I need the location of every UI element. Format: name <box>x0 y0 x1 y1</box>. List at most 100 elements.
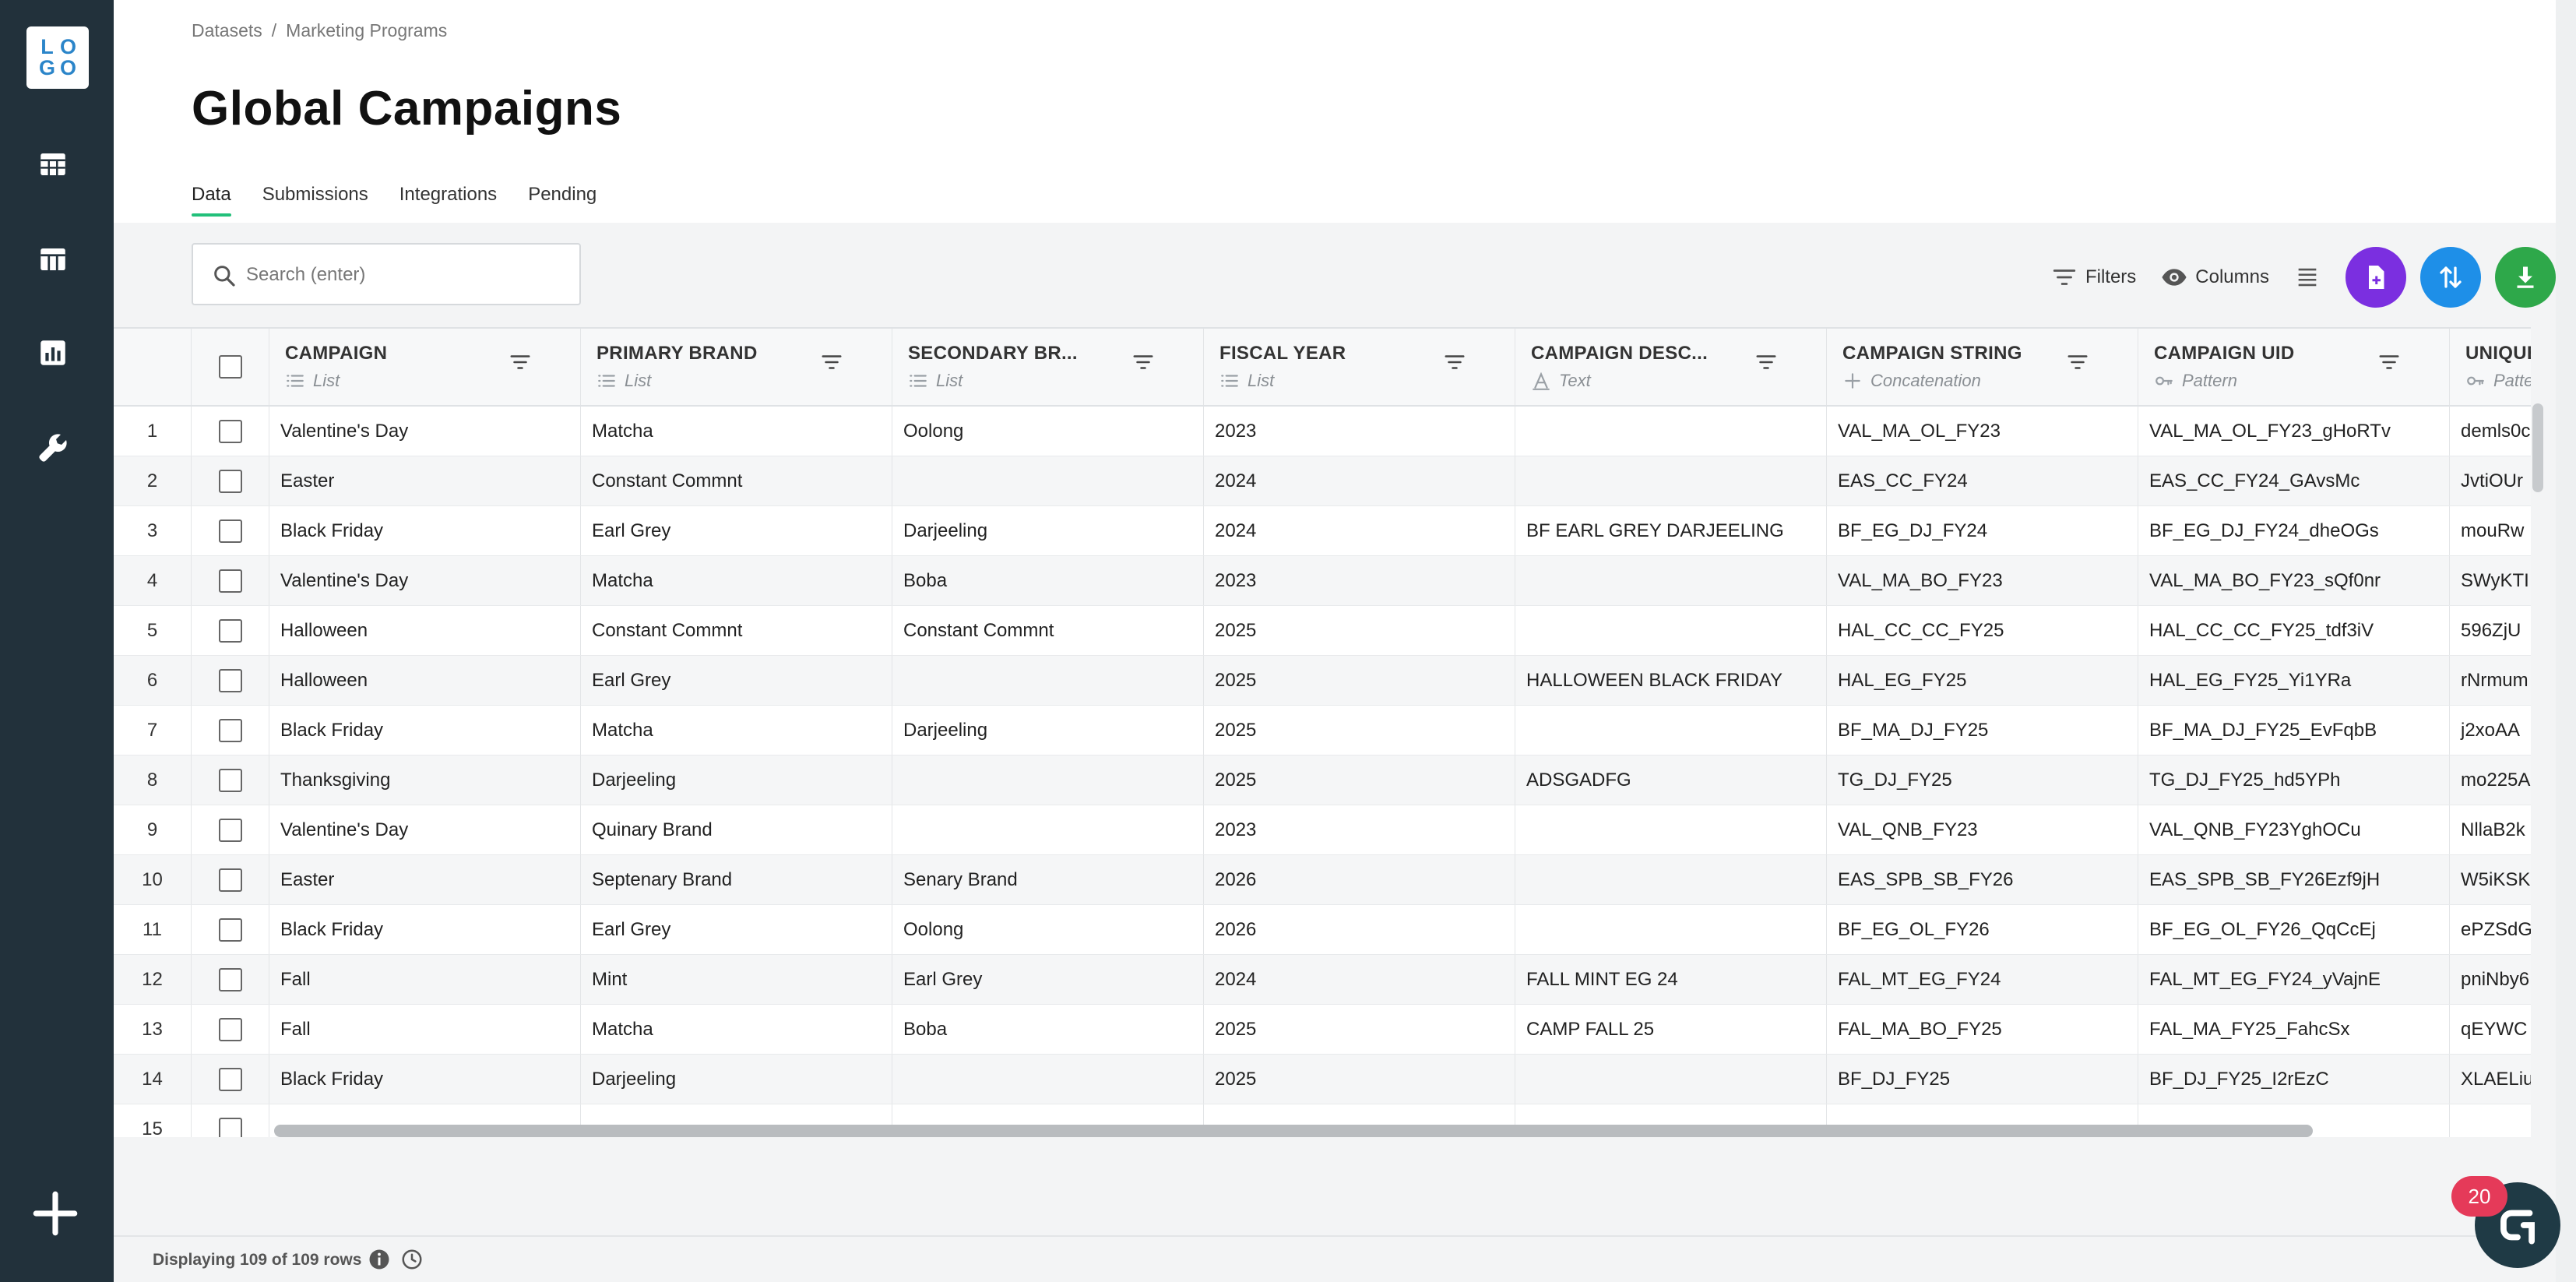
column-header[interactable]: PRIMARY BRAND List <box>581 329 892 405</box>
table-cell[interactable]: Constant Commnt <box>581 606 892 655</box>
table-cell[interactable] <box>1515 905 1827 954</box>
history-clock-icon[interactable] <box>400 1248 424 1271</box>
table-cell[interactable]: Quinary Brand <box>581 805 892 854</box>
table-row[interactable]: 13 Fall Matcha Boba 2025 CAMP FALL 25 FAL_MA_B… <box>114 1005 2531 1055</box>
table-cell[interactable]: VAL_MA_BO_FY23 <box>1827 556 2138 605</box>
table-cell[interactable]: ePZSdG <box>2450 905 2531 954</box>
add-plus-icon[interactable] <box>30 1188 81 1239</box>
table-cell[interactable]: Oolong <box>892 407 1204 456</box>
row-checkbox[interactable] <box>218 1067 242 1091</box>
table-cell[interactable] <box>892 656 1204 705</box>
table-cell[interactable]: CAMP FALL 25 <box>1515 1005 1827 1054</box>
table-row[interactable]: 12 Fall Mint Earl Grey 2024 FALL MINT EG 24 FA… <box>114 955 2531 1005</box>
table-cell[interactable]: Halloween <box>269 656 581 705</box>
table-cell[interactable]: VAL_MA_OL_FY23 <box>1827 407 2138 456</box>
row-checkbox[interactable] <box>218 818 242 842</box>
table-row[interactable]: 7 Black Friday Matcha Darjeeling 2025 BF_MA_D… <box>114 706 2531 755</box>
table-row[interactable]: 1 Valentine's Day Matcha Oolong 2023 VAL_MA_O… <box>114 407 2531 456</box>
tab-integrations[interactable]: Integrations <box>399 184 497 217</box>
table-row[interactable]: 14 Black Friday Darjeeling 2025 BF_DJ_FY25 BF… <box>114 1055 2531 1104</box>
breadcrumb-datasets[interactable]: Datasets <box>192 20 262 41</box>
row-checkbox[interactable] <box>218 1117 242 1137</box>
table-cell[interactable]: 2026 <box>1204 905 1515 954</box>
column-filter-icon[interactable] <box>2066 350 2089 374</box>
table-cell[interactable] <box>1515 456 1827 505</box>
table-cell[interactable] <box>892 1055 1204 1104</box>
table-row[interactable]: 6 Halloween Earl Grey 2025 HALLOWEEN BLACK F… <box>114 656 2531 706</box>
table-cell[interactable]: Valentine's Day <box>269 407 581 456</box>
row-checkbox[interactable] <box>218 1017 242 1041</box>
column-header[interactable]: CAMPAIGN DESC... Text <box>1515 329 1827 405</box>
row-checkbox[interactable] <box>218 768 242 792</box>
table-cell[interactable]: Boba <box>892 556 1204 605</box>
app-logo[interactable]: L O G O <box>26 26 89 89</box>
table-cell[interactable]: Mint <box>581 955 892 1004</box>
table-cell[interactable] <box>1515 855 1827 904</box>
table-cell[interactable] <box>1515 556 1827 605</box>
column-header[interactable]: UNIQUE ID Pattern <box>2450 329 2531 405</box>
table-row[interactable]: 9 Valentine's Day Quinary Brand 2023 VAL_QNB… <box>114 805 2531 855</box>
row-checkbox[interactable] <box>218 469 242 493</box>
table-cell[interactable]: FAL_MA_FY25_FahcSx <box>2138 1005 2450 1054</box>
table-cell[interactable]: Earl Grey <box>581 905 892 954</box>
table-row[interactable]: 11 Black Friday Earl Grey Oolong 2026 BF_EG_O… <box>114 905 2531 955</box>
table-cell[interactable] <box>1515 706 1827 755</box>
table-row[interactable]: 10 Easter Septenary Brand Senary Brand 2026 E… <box>114 855 2531 905</box>
row-checkbox[interactable] <box>218 618 242 643</box>
table-cell[interactable]: 2023 <box>1204 407 1515 456</box>
table-cell[interactable]: Darjeeling <box>581 1055 892 1104</box>
row-checkbox[interactable] <box>218 868 242 892</box>
table-cell[interactable]: HAL_EG_FY25_Yi1YRa <box>2138 656 2450 705</box>
sort-button[interactable] <box>2420 247 2481 308</box>
table-cell[interactable]: BF_EG_OL_FY26_QqCcEj <box>2138 905 2450 954</box>
table-cell[interactable]: 2024 <box>1204 955 1515 1004</box>
table-cell[interactable]: FAL_MT_EG_FY24_yVajnE <box>2138 955 2450 1004</box>
tab-submissions[interactable]: Submissions <box>262 184 368 217</box>
table-cell[interactable]: 2024 <box>1204 456 1515 505</box>
table-cell[interactable]: Matcha <box>581 1005 892 1054</box>
table-cell[interactable]: 2023 <box>1204 805 1515 854</box>
table-cell[interactable]: VAL_QNB_FY23YghOCu <box>2138 805 2450 854</box>
table-cell[interactable]: JvtiOUr <box>2450 456 2531 505</box>
table-cell[interactable]: Darjeeling <box>581 755 892 805</box>
table-cell[interactable]: rNrmum <box>2450 656 2531 705</box>
column-filter-icon[interactable] <box>820 350 843 374</box>
table-cell[interactable]: 2026 <box>1204 855 1515 904</box>
table-cell[interactable]: HALLOWEEN BLACK FRIDAY <box>1515 656 1827 705</box>
table-cell[interactable]: Fall <box>269 955 581 1004</box>
column-header[interactable]: CAMPAIGN List <box>269 329 581 405</box>
column-header[interactable]: CAMPAIGN STRING Concatenation <box>1827 329 2138 405</box>
table-row[interactable]: 8 Thanksgiving Darjeeling 2025 ADSGADFG TG_DJ… <box>114 755 2531 805</box>
table-cell[interactable]: Halloween <box>269 606 581 655</box>
table-cell[interactable]: mouRw <box>2450 506 2531 555</box>
table-cell[interactable]: EAS_SPB_SB_FY26Ezf9jH <box>2138 855 2450 904</box>
table-cell[interactable]: Constant Commnt <box>892 606 1204 655</box>
table-cell[interactable]: FAL_MT_EG_FY24 <box>1827 955 2138 1004</box>
table-cell[interactable]: Valentine's Day <box>269 556 581 605</box>
table-cell[interactable]: VAL_MA_BO_FY23_sQf0nr <box>2138 556 2450 605</box>
table-cell[interactable]: Darjeeling <box>892 706 1204 755</box>
datasets-grid-icon[interactable] <box>35 146 71 182</box>
table-cell[interactable] <box>2450 1104 2531 1137</box>
table-cell[interactable]: HAL_CC_CC_FY25_tdf3iV <box>2138 606 2450 655</box>
table-row[interactable]: 5 Halloween Constant Commnt Constant Commnt… <box>114 606 2531 656</box>
table-cell[interactable]: 2025 <box>1204 1005 1515 1054</box>
row-checkbox[interactable] <box>218 917 242 942</box>
table-cell[interactable]: Black Friday <box>269 706 581 755</box>
table-cell[interactable]: FALL MINT EG 24 <box>1515 955 1827 1004</box>
column-filter-icon[interactable] <box>509 350 532 374</box>
table-cell[interactable]: Thanksgiving <box>269 755 581 805</box>
analytics-chart-icon[interactable] <box>35 335 71 371</box>
table-cell[interactable]: Darjeeling <box>892 506 1204 555</box>
tab-pending[interactable]: Pending <box>528 184 596 217</box>
table-cell[interactable]: Septenary Brand <box>581 855 892 904</box>
table-cell[interactable]: 2025 <box>1204 656 1515 705</box>
table-cell[interactable]: j2xoAA <box>2450 706 2531 755</box>
table-cell[interactable]: 2024 <box>1204 506 1515 555</box>
table-cell[interactable]: BF_MA_DJ_FY25 <box>1827 706 2138 755</box>
table-cell[interactable]: EAS_SPB_SB_FY26 <box>1827 855 2138 904</box>
table-cell[interactable]: 2025 <box>1204 706 1515 755</box>
table-cell[interactable]: Black Friday <box>269 1055 581 1104</box>
table-cell[interactable]: XLAELiu <box>2450 1055 2531 1104</box>
table-cell[interactable]: pniNby6 <box>2450 955 2531 1004</box>
